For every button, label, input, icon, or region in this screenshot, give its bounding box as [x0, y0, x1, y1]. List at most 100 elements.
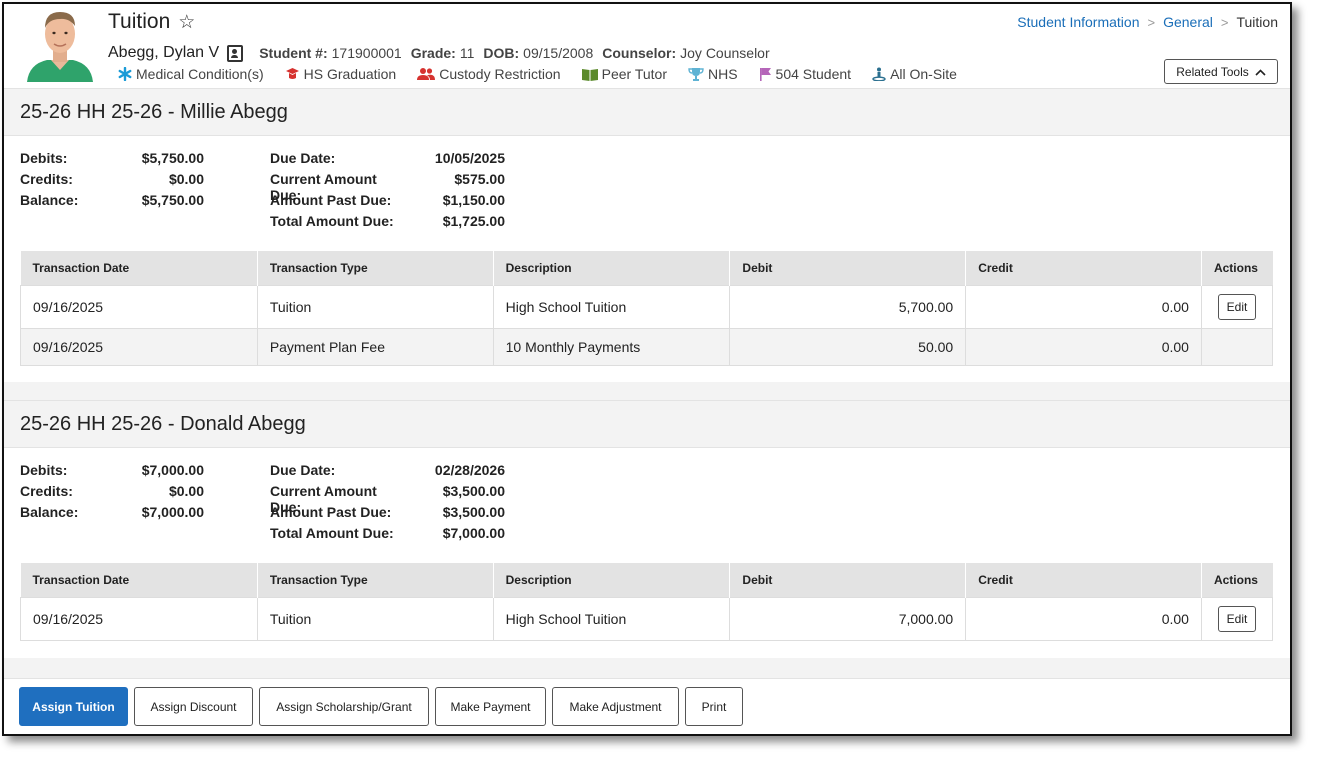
current-amount-due-label: Current Amount Due:	[270, 483, 377, 515]
flag-all-on-site[interactable]: All On-Site	[872, 66, 957, 82]
balance-label: Balance:	[20, 504, 79, 520]
cell-type: Tuition	[257, 285, 494, 328]
breadcrumb: Student Information > General > Tuition	[1017, 14, 1278, 30]
amount-past-due-value: $1,150.00	[442, 192, 505, 208]
column-header-debit[interactable]: Debit	[729, 251, 967, 285]
assign-tuition-button[interactable]: Assign Tuition	[19, 687, 128, 726]
account-summary: Debits: $5,750.00 Credits: $0.00 Balance: $…	[20, 150, 204, 213]
student-number: 171900001	[331, 45, 402, 61]
column-header-transaction-type[interactable]: Transaction Type	[257, 563, 494, 597]
cell-type: Payment Plan Fee	[257, 328, 494, 365]
amount-past-due-value: $3,500.00	[442, 504, 505, 520]
assign-discount-button[interactable]: Assign Discount	[134, 687, 253, 726]
grade-value: 11	[459, 45, 475, 61]
chevron-right-icon: >	[1147, 14, 1156, 30]
account-section-header: 25-26 HH 25-26 - Millie Abegg	[4, 88, 1290, 136]
users-icon	[417, 67, 436, 81]
asterisk-icon	[118, 67, 132, 81]
chevron-up-icon	[1255, 65, 1266, 79]
column-header-description[interactable]: Description	[493, 563, 731, 597]
cell-actions	[1201, 328, 1272, 365]
total-amount-due-value: $1,725.00	[442, 213, 505, 229]
due-date-label: Due Date:	[270, 462, 336, 478]
column-header-transaction-date[interactable]: Transaction Date	[20, 251, 258, 285]
total-amount-due-label: Total Amount Due:	[270, 213, 394, 229]
cell-actions: Edit	[1201, 597, 1272, 640]
credits-label: Credits:	[20, 171, 73, 187]
related-tools-button[interactable]: Related Tools	[1164, 59, 1278, 84]
column-header-debit[interactable]: Debit	[729, 563, 967, 597]
column-header-actions: Actions	[1201, 251, 1273, 285]
cell-date: 09/16/2025	[20, 285, 258, 328]
student-photo	[19, 4, 101, 82]
flag-label: Peer Tutor	[601, 66, 667, 82]
flag-custody-restriction[interactable]: Custody Restriction	[417, 66, 561, 82]
flag-label: 504 Student	[775, 66, 852, 82]
counselor-value: Joy Counselor	[680, 45, 770, 61]
book-icon	[581, 68, 598, 81]
due-summary: Due Date: 02/28/2026 Current Amount Due: $…	[270, 462, 505, 546]
cell-credit: 0.00	[965, 328, 1202, 365]
graduation-cap-icon	[285, 67, 300, 81]
amount-past-due-label: Amount Past Due:	[270, 192, 392, 208]
balance-value: $5,750.00	[141, 192, 204, 208]
transactions-table: Transaction Date Transaction Type Descri…	[20, 563, 1273, 641]
debits-value: $7,000.00	[141, 462, 204, 478]
column-header-credit[interactable]: Credit	[965, 251, 1202, 285]
contact-card-icon[interactable]	[227, 44, 244, 62]
trophy-icon	[688, 67, 704, 81]
cell-debit: 7,000.00	[729, 597, 967, 640]
app-window: Tuition ☆ Student Information > General …	[2, 2, 1292, 736]
page-title: Tuition	[108, 10, 171, 33]
flag-label: All On-Site	[890, 66, 957, 82]
flag-504-student[interactable]: 504 Student	[759, 66, 852, 82]
make-payment-button[interactable]: Make Payment	[435, 687, 546, 726]
student-flags: Medical Condition(s) HS Graduation Custo…	[118, 66, 978, 82]
cell-date: 09/16/2025	[20, 328, 258, 365]
credits-value: $0.00	[168, 171, 204, 187]
column-header-transaction-type[interactable]: Transaction Type	[257, 251, 494, 285]
cell-actions: Edit	[1201, 285, 1272, 328]
page-title-row: Tuition ☆	[108, 10, 195, 34]
star-icon[interactable]: ☆	[178, 13, 195, 32]
flag-hs-graduation[interactable]: HS Graduation	[285, 66, 397, 82]
cell-description: High School Tuition	[493, 597, 731, 640]
due-date-value: 10/05/2025	[434, 150, 505, 166]
cell-type: Tuition	[257, 597, 494, 640]
related-tools-label: Related Tools	[1176, 64, 1249, 79]
flag-peer-tutor[interactable]: Peer Tutor	[581, 66, 667, 82]
account-section-title: 25-26 HH 25-26 - Donald Abegg	[20, 413, 306, 435]
breadcrumb-current: Tuition	[1236, 14, 1278, 30]
print-button[interactable]: Print	[685, 687, 743, 726]
credits-value: $0.00	[168, 483, 204, 499]
student-number-label: Student #:	[259, 45, 328, 61]
make-adjustment-button[interactable]: Make Adjustment	[552, 687, 679, 726]
column-header-credit[interactable]: Credit	[965, 563, 1202, 597]
current-amount-due-value: $3,500.00	[442, 483, 505, 499]
breadcrumb-general[interactable]: General	[1163, 14, 1213, 30]
balance-value: $7,000.00	[141, 504, 204, 520]
breadcrumb-student-information[interactable]: Student Information	[1017, 14, 1139, 30]
debits-label: Debits:	[20, 150, 68, 166]
flag-label: Medical Condition(s)	[136, 66, 264, 82]
balance-label: Balance:	[20, 192, 79, 208]
cell-debit: 5,700.00	[729, 285, 967, 328]
cell-description: High School Tuition	[493, 285, 731, 328]
debits-value: $5,750.00	[141, 150, 204, 166]
column-header-description[interactable]: Description	[493, 251, 731, 285]
person-location-icon	[872, 67, 886, 81]
flag-label: NHS	[707, 66, 738, 82]
account-section-header: 25-26 HH 25-26 - Donald Abegg	[4, 400, 1290, 448]
column-header-actions: Actions	[1201, 563, 1273, 597]
assign-scholarship-grant-button[interactable]: Assign Scholarship/Grant	[259, 687, 429, 726]
table-row: 09/16/2025 Payment Plan Fee 10 Monthly P…	[20, 328, 1273, 365]
flag-icon	[759, 67, 772, 81]
edit-button[interactable]: Edit	[1217, 605, 1256, 632]
total-amount-due-value: $7,000.00	[442, 525, 505, 541]
flag-nhs[interactable]: NHS	[688, 66, 738, 82]
edit-button[interactable]: Edit	[1217, 293, 1256, 320]
flag-medical-condition[interactable]: Medical Condition(s)	[118, 66, 264, 82]
due-date-value: 02/28/2026	[434, 462, 505, 478]
flag-label: HS Graduation	[303, 66, 397, 82]
column-header-transaction-date[interactable]: Transaction Date	[20, 563, 258, 597]
